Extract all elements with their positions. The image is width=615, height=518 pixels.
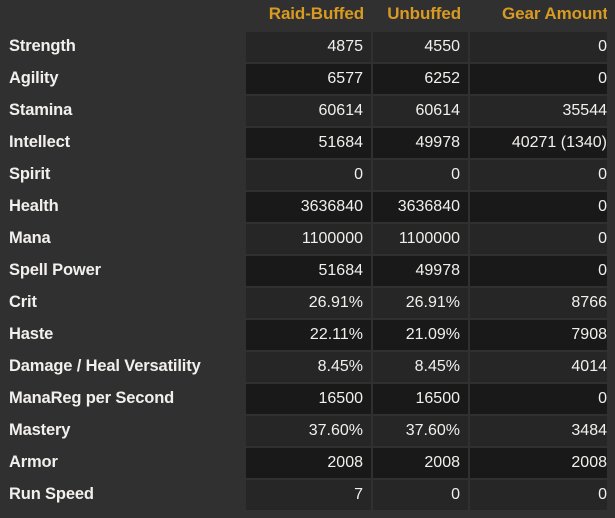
stat-name-cell: Crit — [0, 286, 246, 318]
character-stats-panel: Raid-Buffed Unbuffed Gear Amount Strengt… — [0, 0, 615, 518]
stat-gear-amount-cell: 35544 — [468, 94, 615, 126]
stat-name-cell: Armor — [0, 446, 246, 478]
stat-gear-amount-cell: 0 — [468, 62, 615, 94]
stat-unbuffed-cell: 49978 — [371, 254, 468, 286]
stat-gear-amount-cell: 0 — [468, 190, 615, 222]
stat-raid-buffed-cell: 2008 — [246, 446, 371, 478]
stat-unbuffed-cell: 21.09% — [371, 318, 468, 350]
stat-gear-amount-cell: 0 — [468, 222, 615, 254]
stat-gear-amount-cell: 7908 — [468, 318, 615, 350]
table-header: Raid-Buffed Unbuffed Gear Amount — [0, 0, 615, 30]
table-row: Damage / Heal Versatility 8.45% 8.45% 4014 — [0, 350, 615, 382]
stat-raid-buffed-cell: 16500 — [246, 382, 371, 414]
stat-gear-amount-cell: 0 — [468, 478, 615, 510]
stat-raid-buffed-cell: 1100000 — [246, 222, 371, 254]
stat-unbuffed-cell: 26.91% — [371, 286, 468, 318]
stat-name-cell: Health — [0, 190, 246, 222]
stat-name-cell: Mana — [0, 222, 246, 254]
stat-name-cell: Run Speed — [0, 478, 246, 510]
stat-raid-buffed-cell: 26.91% — [246, 286, 371, 318]
stat-raid-buffed-cell: 22.11% — [246, 318, 371, 350]
stat-name-cell: Stamina — [0, 94, 246, 126]
stat-gear-amount-cell: 0 — [468, 158, 615, 190]
table-row: Armor 2008 2008 2008 — [0, 446, 615, 478]
table-header-row: Raid-Buffed Unbuffed Gear Amount — [0, 0, 615, 30]
table-row: Haste 22.11% 21.09% 7908 — [0, 318, 615, 350]
character-stats-table: Raid-Buffed Unbuffed Gear Amount Strengt… — [0, 0, 615, 510]
table-row: ManaReg per Second 16500 16500 0 — [0, 382, 615, 414]
stat-name-cell: Strength — [0, 30, 246, 62]
column-header-stat-name — [0, 0, 246, 30]
stat-gear-amount-cell: 4014 — [468, 350, 615, 382]
column-header-raid-buffed: Raid-Buffed — [246, 0, 371, 30]
stat-name-cell: Spell Power — [0, 254, 246, 286]
stat-name-cell: ManaReg per Second — [0, 382, 246, 414]
table-row: Crit 26.91% 26.91% 8766 — [0, 286, 615, 318]
stat-raid-buffed-cell: 8.45% — [246, 350, 371, 382]
table-row: Mana 1100000 1100000 0 — [0, 222, 615, 254]
stat-raid-buffed-cell: 3636840 — [246, 190, 371, 222]
stat-gear-amount-cell: 0 — [468, 30, 615, 62]
column-header-unbuffed: Unbuffed — [371, 0, 468, 30]
table-row: Stamina 60614 60614 35544 — [0, 94, 615, 126]
stat-name-cell: Mastery — [0, 414, 246, 446]
stat-unbuffed-cell: 0 — [371, 158, 468, 190]
stat-unbuffed-cell: 6252 — [371, 62, 468, 94]
column-header-gear-amount: Gear Amount — [468, 0, 615, 30]
stat-raid-buffed-cell: 37.60% — [246, 414, 371, 446]
table-row: Strength 4875 4550 0 — [0, 30, 615, 62]
table-row: Health 3636840 3636840 0 — [0, 190, 615, 222]
stat-gear-amount-cell: 40271 (1340) — [468, 126, 615, 158]
stat-unbuffed-cell: 3636840 — [371, 190, 468, 222]
table-row: Run Speed 7 0 0 — [0, 478, 615, 510]
stat-raid-buffed-cell: 51684 — [246, 254, 371, 286]
table-row: Agility 6577 6252 0 — [0, 62, 615, 94]
stat-name-cell: Intellect — [0, 126, 246, 158]
stat-raid-buffed-cell: 60614 — [246, 94, 371, 126]
stat-unbuffed-cell: 49978 — [371, 126, 468, 158]
stat-gear-amount-cell: 8766 — [468, 286, 615, 318]
stat-gear-amount-cell: 3484 — [468, 414, 615, 446]
stat-raid-buffed-cell: 51684 — [246, 126, 371, 158]
stat-gear-amount-cell: 0 — [468, 254, 615, 286]
stat-unbuffed-cell: 0 — [371, 478, 468, 510]
stat-unbuffed-cell: 16500 — [371, 382, 468, 414]
stat-name-cell: Agility — [0, 62, 246, 94]
stat-unbuffed-cell: 4550 — [371, 30, 468, 62]
stat-unbuffed-cell: 8.45% — [371, 350, 468, 382]
stat-name-cell: Damage / Heal Versatility — [0, 350, 246, 382]
stat-unbuffed-cell: 37.60% — [371, 414, 468, 446]
stat-unbuffed-cell: 1100000 — [371, 222, 468, 254]
table-body: Strength 4875 4550 0 Agility 6577 6252 0 Stamina… — [0, 30, 615, 510]
table-row: Intellect 51684 49978 40271 (1340) — [0, 126, 615, 158]
stat-raid-buffed-cell: 6577 — [246, 62, 371, 94]
stat-unbuffed-cell: 2008 — [371, 446, 468, 478]
stat-unbuffed-cell: 60614 — [371, 94, 468, 126]
stat-raid-buffed-cell: 4875 — [246, 30, 371, 62]
stat-name-cell: Spirit — [0, 158, 246, 190]
stat-raid-buffed-cell: 0 — [246, 158, 371, 190]
stat-gear-amount-cell: 0 — [468, 382, 615, 414]
stat-gear-amount-cell: 2008 — [468, 446, 615, 478]
table-row: Spirit 0 0 0 — [0, 158, 615, 190]
stat-name-cell: Haste — [0, 318, 246, 350]
table-row: Mastery 37.60% 37.60% 3484 — [0, 414, 615, 446]
stat-raid-buffed-cell: 7 — [246, 478, 371, 510]
table-row: Spell Power 51684 49978 0 — [0, 254, 615, 286]
